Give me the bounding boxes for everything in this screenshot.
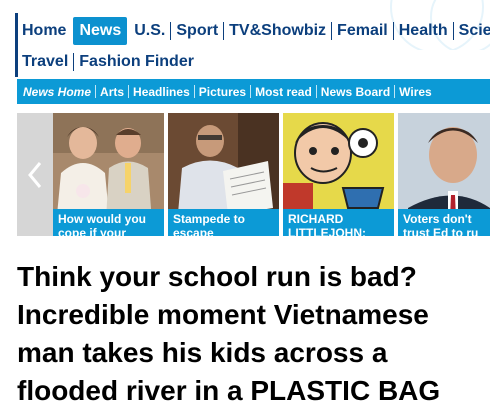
nav-item-us[interactable]: U.S. <box>130 20 169 42</box>
nav-item-femail[interactable]: Femail <box>333 20 392 42</box>
subnav-arts[interactable]: Arts <box>96 85 128 99</box>
subnav-headlines[interactable]: Headlines <box>129 85 194 99</box>
nav-row-secondary: Travel Fashion Finder <box>18 51 198 73</box>
card-caption: How would you cope if your <box>53 209 164 236</box>
nav-divider <box>73 53 75 71</box>
news-subnav: News Home Arts Headlines Pictures Most r… <box>17 79 490 104</box>
nav-item-travel[interactable]: Travel <box>18 51 72 73</box>
nav-item-home[interactable]: Home <box>18 20 70 42</box>
nav-divider <box>170 22 172 40</box>
card-caption: RICHARD LITTLEJOHN: <box>283 209 394 236</box>
nav-item-science[interactable]: Scienc <box>455 20 490 42</box>
nav-item-sport[interactable]: Sport <box>172 20 222 42</box>
story-carousel: How would you cope if your Stampede to e… <box>17 113 490 236</box>
carousel-card[interactable]: Stampede to escape <box>168 113 279 236</box>
carousel-card[interactable]: Voters don't trust Ed to ru <box>398 113 490 236</box>
nav-divider <box>452 22 454 40</box>
nav-divider <box>223 22 225 40</box>
chevron-left-icon <box>28 161 42 188</box>
carousel-card[interactable]: RICHARD LITTLEJOHN: <box>283 113 394 236</box>
nav-item-health[interactable]: Health <box>395 20 452 42</box>
subnav-most-read[interactable]: Most read <box>251 85 316 99</box>
subnav-pictures[interactable]: Pictures <box>195 85 250 99</box>
nav-row-primary: Home News U.S. Sport TV&Showbiz Femail H… <box>18 17 490 45</box>
article-headline[interactable]: Think your school run is bad? Incredible… <box>17 258 487 410</box>
subnav-news-board[interactable]: News Board <box>317 85 394 99</box>
subnav-wires[interactable]: Wires <box>395 85 436 99</box>
main-navigation: Home News U.S. Sport TV&Showbiz Femail H… <box>15 13 490 77</box>
nav-item-fashion-finder[interactable]: Fashion Finder <box>75 51 198 73</box>
nav-divider <box>331 22 333 40</box>
subnav-news-home[interactable]: News Home <box>17 85 95 99</box>
carousel-prev-button[interactable] <box>17 113 53 236</box>
carousel-card[interactable]: How would you cope if your <box>53 113 164 236</box>
nav-divider <box>392 22 394 40</box>
card-caption: Voters don't trust Ed to ru <box>398 209 490 236</box>
nav-item-tv-showbiz[interactable]: TV&Showbiz <box>225 20 330 42</box>
nav-item-news[interactable]: News <box>73 17 128 45</box>
card-caption: Stampede to escape <box>168 209 279 236</box>
